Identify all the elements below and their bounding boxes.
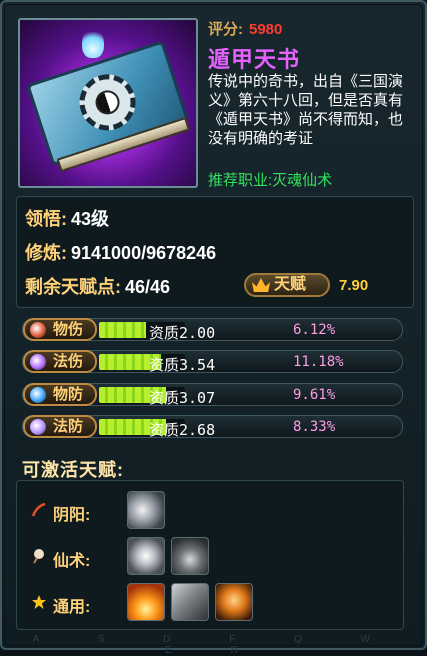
talent-points-value: 46/46 — [125, 277, 171, 297]
wolf-skill-icon[interactable] — [171, 583, 209, 621]
talent-button[interactable]: 天赋 — [244, 273, 330, 297]
attribute-quality: 资质2.00 — [149, 324, 216, 342]
attribute-quality: 资质2.68 — [149, 421, 216, 439]
attribute-percent: 9.61% — [293, 387, 336, 403]
talent-row-label-text: 阴阳: — [53, 507, 91, 524]
talent-points-label: 剩余天赋点: — [25, 277, 121, 297]
attribute-tag: 物伤 — [23, 318, 97, 341]
score-label: 评分: — [208, 21, 243, 38]
cultivation-row: 修炼: 9141000/9678246 — [25, 239, 216, 265]
spirit-skill-icon[interactable] — [215, 583, 253, 621]
attribute-quality: 资质3.54 — [149, 356, 216, 374]
book-icon — [26, 40, 194, 180]
talent-points-row: 剩余天赋点: 46/46 — [25, 273, 170, 299]
swirl-skill-icon[interactable] — [127, 491, 165, 529]
attribute-row: 法伤 资质3.54 11.18% — [22, 350, 403, 374]
attribute-tag: 物防 — [23, 383, 97, 406]
attribute-row: 物伤 资质2.00 6.12% — [22, 318, 403, 342]
attribute-label: 法防 — [53, 418, 84, 435]
attribute-percent: 11.18% — [293, 354, 344, 370]
immortal-art-icon — [33, 549, 44, 564]
crown-icon — [252, 278, 270, 292]
talent-row-label: 仙术: — [29, 547, 119, 571]
item-tooltip-panel: 评分: 5980 遁甲天书 传说中的奇书，出自《三国演义》第六十八回，但是否真有《… — [0, 0, 427, 656]
smoke-skill-icon[interactable] — [171, 537, 209, 575]
attribute-icon — [30, 419, 46, 435]
cultivation-value: 9141000/9678246 — [71, 243, 217, 263]
item-icon-frame — [18, 18, 198, 188]
score-value: 5980 — [249, 21, 283, 38]
attribute-label: 法伤 — [53, 353, 84, 370]
talent-row-label: 通用: — [29, 593, 119, 617]
recommended-class: 推荐职业:灭魂仙术 — [208, 172, 333, 189]
attribute-tag: 法伤 — [23, 350, 97, 373]
cultivation-label: 修炼: — [25, 243, 67, 263]
star-icon — [32, 595, 46, 609]
comprehension-label: 领悟: — [25, 209, 67, 229]
attribute-row: 法防 资质2.68 8.33% — [22, 415, 403, 439]
attribute-row: 物防 资质3.07 9.61% — [22, 383, 403, 407]
attribute-icon — [30, 322, 46, 338]
attribute-percent: 6.12% — [293, 322, 336, 338]
fire-skill-icon[interactable] — [127, 583, 165, 621]
attribute-icon — [30, 354, 46, 370]
comprehension-row: 领悟: 43级 — [25, 205, 109, 231]
hotkey-hint: A S D F Q W E R — [32, 634, 399, 656]
talent-row-label: 阴阳: — [29, 501, 119, 525]
item-description: 传说中的奇书，出自《三国演义》第六十八回，但是否真有《遁甲天书》尚不得而知，也没… — [208, 73, 404, 147]
attribute-label: 物伤 — [53, 321, 84, 338]
burst-skill-icon[interactable] — [127, 537, 165, 575]
attribute-bar-fill — [99, 322, 147, 338]
activatable-talents-title: 可激活天赋: — [22, 460, 124, 480]
attribute-tag: 法防 — [23, 415, 97, 438]
activatable-talents-box: 阴阳: 仙术: 通用: — [16, 480, 404, 630]
attribute-percent: 8.33% — [293, 419, 336, 435]
comprehension-value: 43级 — [71, 209, 110, 229]
talent-value: 7.90 — [339, 277, 369, 294]
yinyang-icon — [31, 502, 46, 517]
talent-row-label-text: 仙术: — [53, 553, 91, 570]
flame-icon — [82, 28, 104, 58]
attribute-quality: 资质3.07 — [149, 389, 216, 407]
attribute-label: 物防 — [53, 386, 84, 403]
score: 评分: 5980 — [208, 18, 282, 39]
talent-button-label: 天赋 — [274, 276, 307, 293]
attribute-icon — [30, 387, 46, 403]
stats-box: 领悟: 43级 修炼: 9141000/9678246 剩余天赋点: 46/46 天赋… — [16, 196, 414, 308]
talent-row-label-text: 通用: — [53, 599, 91, 616]
item-name: 遁甲天书 — [208, 47, 301, 72]
